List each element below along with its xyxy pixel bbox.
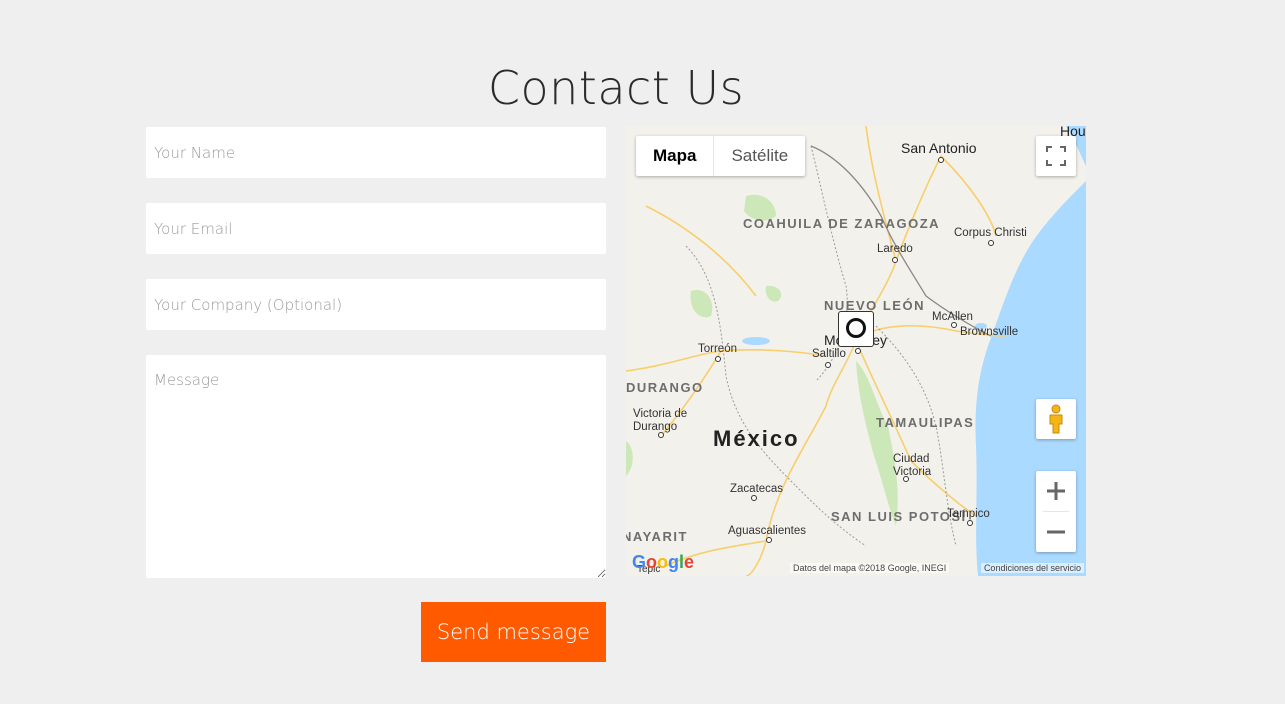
city-label-ciudad-victoria: Ciudad Victoria <box>893 453 932 478</box>
city-dot-ciudad-victoria <box>903 476 909 482</box>
page-title: Contact Us <box>487 60 745 115</box>
state-label-nayarit: NAYARIT <box>626 529 688 544</box>
message-textarea[interactable] <box>146 355 606 578</box>
name-input[interactable] <box>146 127 606 178</box>
city-label-corpus-christi: Corpus Christi <box>954 227 1027 239</box>
city-dot-zacatecas <box>751 495 757 501</box>
city-dot-san-antonio <box>938 157 944 163</box>
google-logo[interactable]: Google <box>632 552 694 573</box>
city-dot-mcallen <box>951 322 957 328</box>
marker-icon[interactable] <box>838 311 874 347</box>
country-label-mexico: México <box>713 426 800 451</box>
city-label-laredo: Laredo <box>877 243 913 255</box>
send-message-button[interactable]: Send message <box>421 602 606 662</box>
city-dot-monterrey <box>855 348 861 354</box>
city-dot-torreon <box>715 356 721 362</box>
city-label-san-antonio: San Antonio <box>901 140 977 156</box>
map-attribution: Datos del mapa ©2018 Google, INEGI <box>790 563 950 573</box>
city-label-torreon: Torreón <box>698 343 737 355</box>
company-input[interactable] <box>146 279 606 330</box>
map-type-control: Mapa Satélite <box>636 136 806 176</box>
map-widget[interactable]: COAHUILA DE ZARAGOZA NUEVO LEÓN DURANGO … <box>626 126 1086 576</box>
city-dot-corpus-christi <box>988 240 994 246</box>
city-dot-laredo <box>892 257 898 263</box>
terms-link[interactable]: Condiciones del servicio <box>980 563 1084 573</box>
city-label-victoria-de-durango: Victoria de Durango <box>633 408 688 433</box>
street-view-button[interactable] <box>1036 399 1076 439</box>
city-label-aguascalientes: Aguascalientes <box>728 525 806 537</box>
fullscreen-button[interactable] <box>1036 136 1076 176</box>
city-label-saltillo: Saltillo <box>812 348 846 360</box>
city-label-zacatecas: Zacatecas <box>730 483 784 495</box>
map-type-satellite-button[interactable]: Satélite <box>714 136 805 176</box>
map-type-map-button[interactable]: Mapa <box>636 136 715 176</box>
pegman-icon <box>1049 404 1063 434</box>
city-dot-saltillo <box>825 362 831 368</box>
state-label-coahuila: COAHUILA DE ZARAGOZA <box>743 216 941 231</box>
zoom-control <box>1036 471 1076 552</box>
email-input[interactable] <box>146 203 606 254</box>
zoom-out-icon[interactable] <box>1036 512 1076 552</box>
state-label-tamaulipas: TAMAULIPAS <box>876 415 975 430</box>
city-dot-durango <box>658 432 664 438</box>
state-label-durango: DURANGO <box>626 380 704 395</box>
city-dot-aguascalientes <box>766 537 772 543</box>
city-dot-tampico <box>967 520 973 526</box>
city-label-tampico: Tampico <box>947 508 990 520</box>
city-label-brownsville: Brownsville <box>960 326 1019 338</box>
zoom-in-icon[interactable] <box>1036 471 1076 511</box>
fullscreen-icon <box>1046 146 1066 166</box>
